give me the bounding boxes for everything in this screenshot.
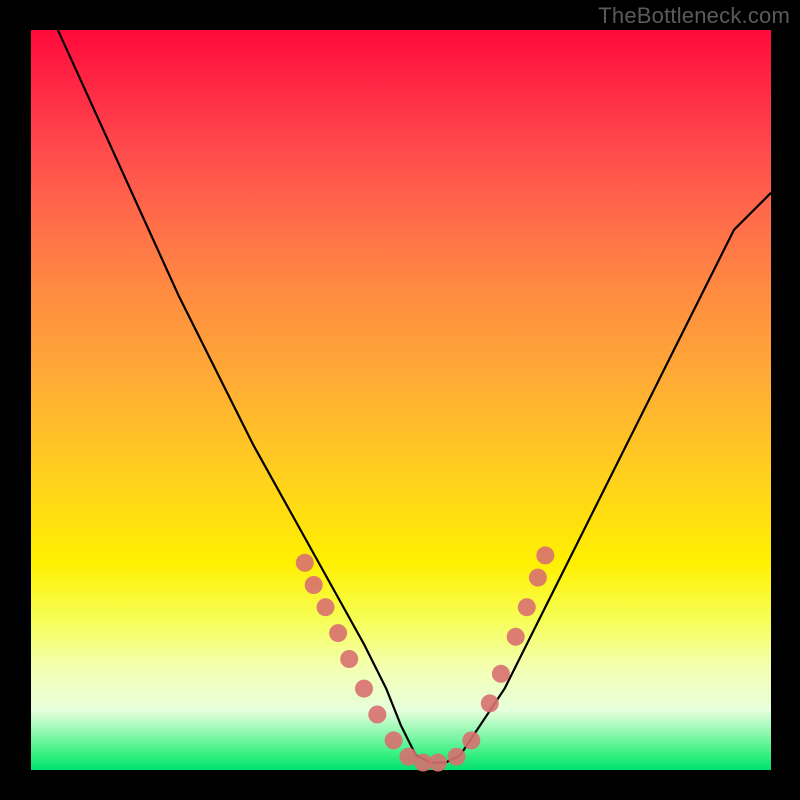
data-marker	[529, 569, 547, 587]
chart-frame: TheBottleneck.com	[0, 0, 800, 800]
chart-svg	[31, 30, 771, 770]
data-marker	[305, 576, 323, 594]
bottleneck-curve	[31, 0, 771, 763]
data-marker	[507, 628, 525, 646]
data-markers	[296, 546, 555, 771]
data-marker	[448, 748, 466, 766]
data-marker	[329, 624, 347, 642]
data-marker	[492, 665, 510, 683]
watermark-text: TheBottleneck.com	[598, 3, 790, 29]
data-marker	[368, 706, 386, 724]
data-marker	[340, 650, 358, 668]
data-marker	[296, 554, 314, 572]
plot-area	[31, 30, 771, 770]
data-marker	[462, 731, 480, 749]
data-marker	[536, 546, 554, 564]
data-marker	[429, 754, 447, 772]
data-marker	[481, 694, 499, 712]
data-marker	[355, 680, 373, 698]
data-marker	[385, 731, 403, 749]
data-marker	[518, 598, 536, 616]
data-marker	[317, 598, 335, 616]
